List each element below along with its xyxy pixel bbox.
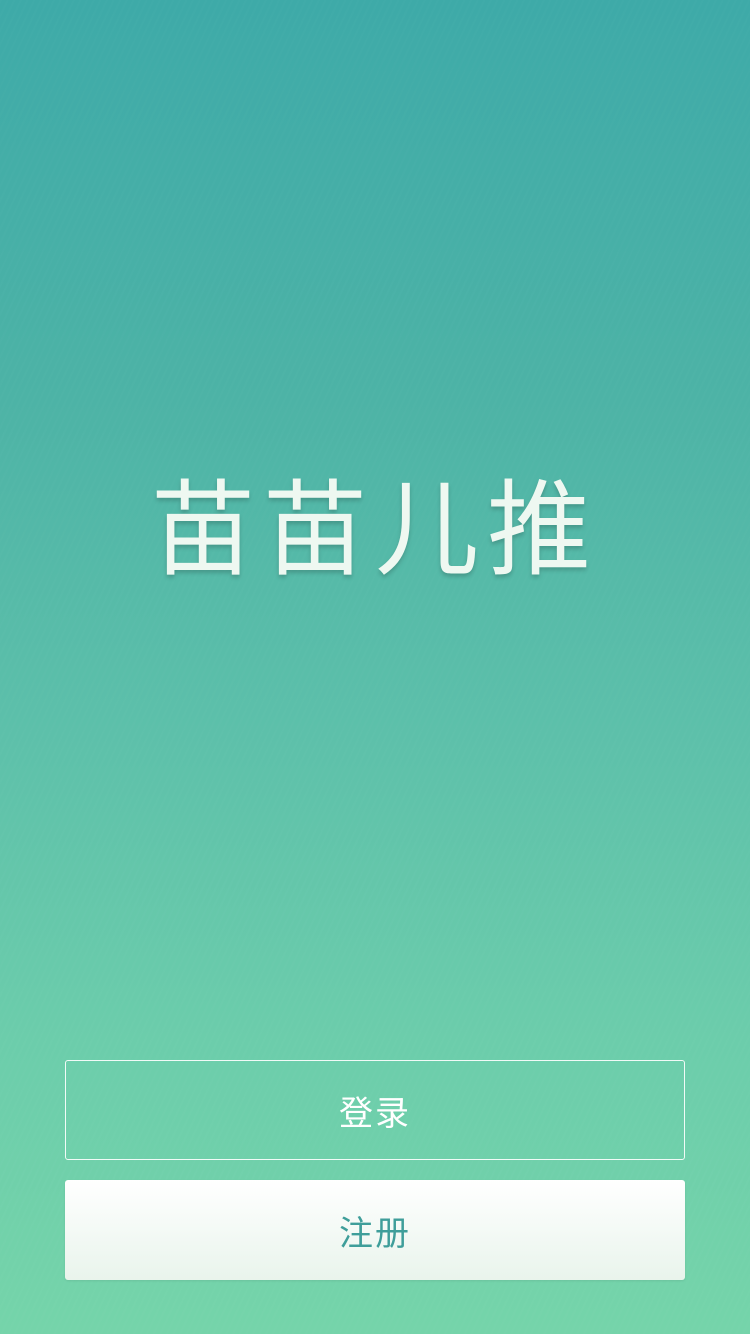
register-button[interactable]: 注册 [65, 1180, 685, 1280]
app-title: 苗苗儿推 [150, 469, 599, 591]
login-button[interactable]: 登录 [65, 1060, 685, 1160]
welcome-screen: 苗苗儿推 登录 注册 [0, 0, 750, 1334]
